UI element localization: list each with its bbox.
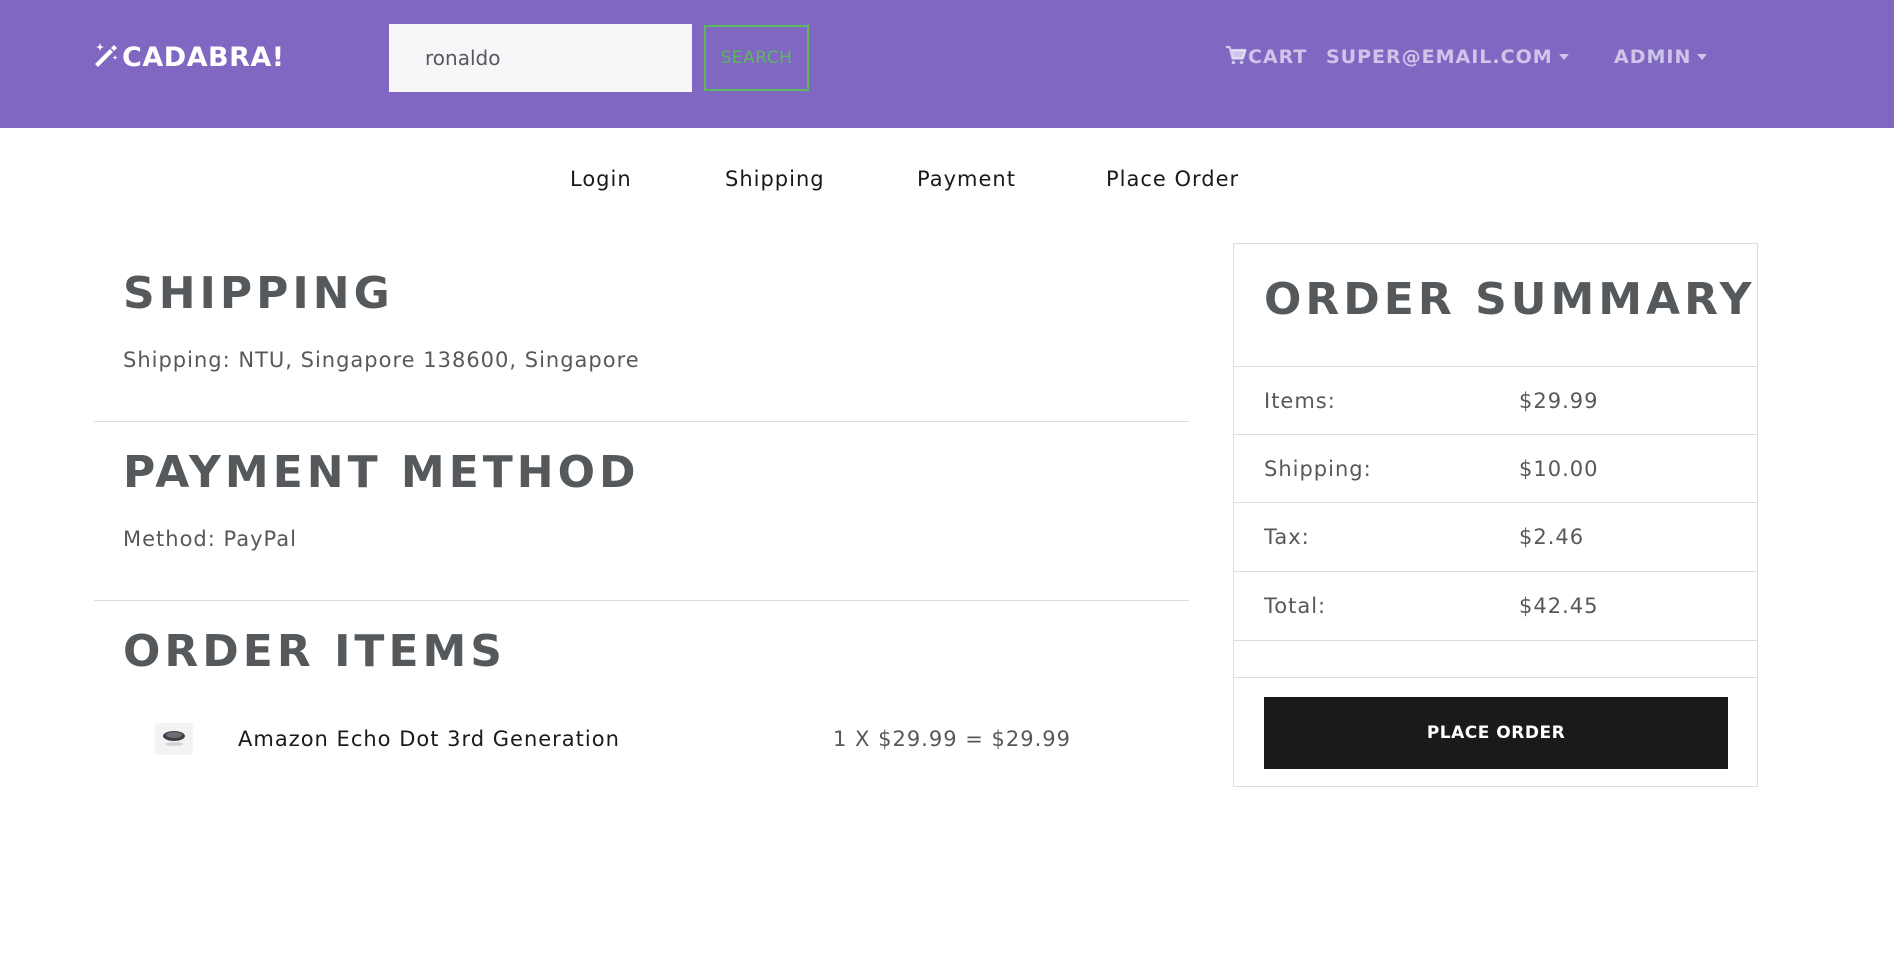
navbar: CADABRA! SEARCH CART SUPER@EMAIL.COM ADM… [0,0,1894,128]
caret-down-icon [1558,54,1569,60]
summary-value: $2.46 [1519,525,1585,549]
summary-label: Shipping: [1264,457,1372,481]
divider [94,421,1189,422]
brand-name: CADABRA! [122,41,285,73]
order-summary-card: ORDER SUMMARY Items: $29.99 Shipping: $1… [1233,243,1758,787]
search-button[interactable]: SEARCH [704,25,809,91]
user-menu-dropdown[interactable]: SUPER@EMAIL.COM [1326,38,1569,76]
product-link[interactable]: Amazon Echo Dot 3rd Generation [238,722,620,756]
search-input[interactable] [389,24,692,92]
admin-menu-label: ADMIN [1614,46,1692,68]
divider [1234,677,1757,678]
step-login[interactable]: Login [570,162,632,196]
shipping-title: SHIPPING [123,268,394,319]
product-thumbnail [155,723,193,755]
summary-row-tax: Tax: $2.46 [1234,502,1757,571]
summary-row-items: Items: $29.99 [1234,366,1757,435]
caret-down-icon [1697,54,1708,60]
divider [1234,640,1757,641]
summary-row-total: Total: $42.45 [1234,571,1757,640]
summary-value: $29.99 [1519,389,1599,413]
summary-label: Tax: [1264,525,1310,549]
shipping-address: Shipping: NTU, Singapore 138600, Singapo… [123,348,640,372]
summary-label: Items: [1264,389,1336,413]
shopping-cart-icon [1225,45,1248,70]
order-summary-title: ORDER SUMMARY [1264,274,1756,325]
user-menu-label: SUPER@EMAIL.COM [1326,46,1553,68]
summary-row-shipping: Shipping: $10.00 [1234,434,1757,503]
divider [94,600,1189,601]
cart-label: CART [1248,46,1308,68]
brand-logo[interactable]: CADABRA! [92,38,285,76]
payment-method-text: Method: PayPal [123,527,297,551]
summary-value: $10.00 [1519,457,1599,481]
order-items-title: ORDER ITEMS [123,626,506,677]
summary-label: Total: [1264,594,1327,618]
step-payment[interactable]: Payment [917,162,1016,196]
payment-method-title: PAYMENT METHOD [123,447,640,498]
product-price-calculation: 1 X $29.99 = $29.99 [833,727,1072,751]
summary-value: $42.45 [1519,594,1599,618]
admin-menu-dropdown[interactable]: ADMIN [1614,38,1708,76]
step-place-order[interactable]: Place Order [1106,162,1239,196]
checkout-steps: Login Shipping Payment Place Order [0,162,1894,196]
place-order-button[interactable]: PLACE ORDER [1264,697,1728,769]
magic-wand-icon [92,40,122,75]
cart-link[interactable]: CART [1225,38,1307,76]
step-shipping[interactable]: Shipping [725,162,825,196]
